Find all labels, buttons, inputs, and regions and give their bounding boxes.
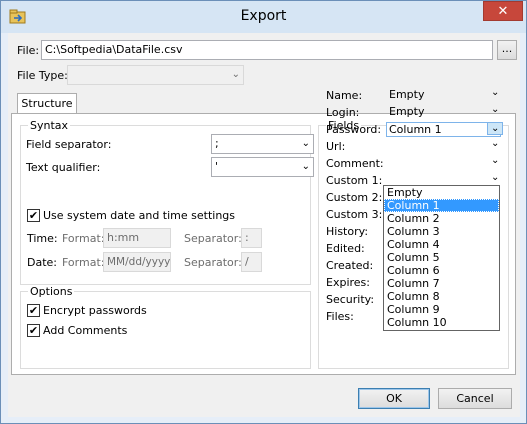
chevron-down-icon: ⌄ (491, 87, 500, 98)
dropdown-option[interactable]: Column 9 (384, 303, 499, 316)
cancel-button[interactable]: Cancel (438, 388, 512, 409)
field-row-label: Created: (326, 259, 374, 272)
dropdown-option[interactable]: Empty (384, 186, 499, 199)
encrypt-checkbox[interactable]: ✔ (27, 304, 40, 317)
chevron-down-icon: ⌄ (231, 69, 240, 80)
time-label: Time: (27, 232, 58, 245)
chevron-down-icon: ⌄ (491, 172, 500, 183)
dropdown-option[interactable]: Column 1 (384, 199, 499, 212)
dropdown-option[interactable]: Column 8 (384, 290, 499, 303)
field-row-label: Custom 2: (326, 191, 383, 204)
window-title: Export (240, 8, 287, 24)
field-column-value: Empty (389, 88, 425, 101)
text-qualifier-label: Text qualifier: (26, 161, 101, 174)
password-column-dropdown-list[interactable]: Empty Column 1 Column 2 Column 3 Column 4 Col… (383, 185, 500, 331)
file-label: File: (17, 44, 40, 57)
field-row-label: Password: (326, 123, 382, 136)
export-dialog: Export ✕ File: C:\Softpedia\DataFile.csv… (0, 0, 527, 424)
field-row-label: Name: (326, 89, 363, 102)
check-icon: ✔ (28, 304, 39, 317)
field-row-label: Expires: (326, 276, 370, 289)
field-row-label: Login: (326, 106, 360, 119)
field-column-select[interactable]: ⌄ (386, 155, 501, 171)
title-bar: Export ✕ (1, 1, 526, 33)
date-separator-label: Separator: (184, 256, 242, 269)
use-system-checkbox[interactable]: ✔ (27, 209, 40, 222)
field-row-label: Custom 1: (326, 174, 383, 187)
field-column-value: Column 1 (389, 123, 442, 136)
date-label: Date: (27, 256, 57, 269)
browse-button[interactable]: ... (497, 40, 517, 60)
time-separator-label: Separator: (184, 232, 242, 245)
file-type-label: File Type: (17, 69, 68, 82)
dropdown-option[interactable]: Column 10 (384, 316, 499, 329)
field-separator-select[interactable]: ; ⌄ (211, 134, 314, 154)
field-column-select[interactable]: Empty ⌄ (386, 87, 501, 103)
text-qualifier-select[interactable]: ' ⌄ (211, 157, 314, 177)
dropdown-option[interactable]: Column 5 (384, 251, 499, 264)
chevron-down-icon: ⌄ (487, 122, 504, 135)
chevron-down-icon: ⌄ (301, 161, 310, 172)
field-column-select[interactable]: Column 1 ⌄ (386, 122, 504, 137)
field-row-label: Url: (326, 140, 346, 153)
field-row-label: History: (326, 225, 369, 238)
ok-button[interactable]: OK (358, 388, 430, 409)
dropdown-option[interactable]: Column 3 (384, 225, 499, 238)
field-separator-value: ; (215, 137, 219, 150)
use-system-label: Use system date and time settings (43, 209, 236, 222)
text-qualifier-value: ' (215, 160, 219, 173)
field-row-label: Edited: (326, 242, 365, 255)
file-path-input[interactable]: C:\Softpedia\DataFile.csv (41, 40, 493, 60)
close-button[interactable]: ✕ (483, 1, 523, 21)
file-type-select[interactable]: ⌄ (67, 65, 244, 85)
field-separator-label: Field separator: (26, 138, 112, 151)
field-row-label: Files: (326, 310, 354, 323)
date-format-label: Format: (62, 256, 105, 269)
encrypt-label: Encrypt passwords (43, 304, 147, 317)
chevron-down-icon: ⌄ (301, 138, 310, 149)
date-format-input[interactable]: MM/dd/yyyy (103, 252, 171, 272)
time-separator-input[interactable]: : (241, 228, 262, 248)
field-column-select[interactable]: Empty ⌄ (386, 104, 501, 120)
check-icon: ✔ (28, 324, 39, 337)
comments-checkbox[interactable]: ✔ (27, 324, 40, 337)
chevron-down-icon: ⌄ (491, 104, 500, 115)
chevron-down-icon: ⌄ (491, 155, 500, 166)
dropdown-option[interactable]: Column 7 (384, 277, 499, 290)
time-format-label: Format: (62, 232, 105, 245)
dropdown-option[interactable]: Column 4 (384, 238, 499, 251)
field-column-select[interactable]: ⌄ (386, 138, 501, 154)
syntax-title: Syntax (28, 119, 71, 132)
dropdown-option[interactable]: Column 2 (384, 212, 499, 225)
field-row-label: Security: (326, 293, 375, 306)
options-title: Options (28, 285, 75, 298)
time-format-input[interactable]: h:mm (103, 228, 171, 248)
comments-label: Add Comments (43, 324, 128, 337)
field-column-value: Empty (389, 105, 425, 118)
chevron-down-icon: ⌄ (491, 138, 500, 149)
dropdown-option[interactable]: Column 6 (384, 264, 499, 277)
check-icon: ✔ (28, 209, 39, 222)
date-separator-input[interactable]: / (241, 252, 262, 272)
field-row-label: Custom 3: (326, 208, 383, 221)
field-row-label: Comment: (326, 157, 384, 170)
tab-structure[interactable]: Structure (17, 93, 77, 114)
